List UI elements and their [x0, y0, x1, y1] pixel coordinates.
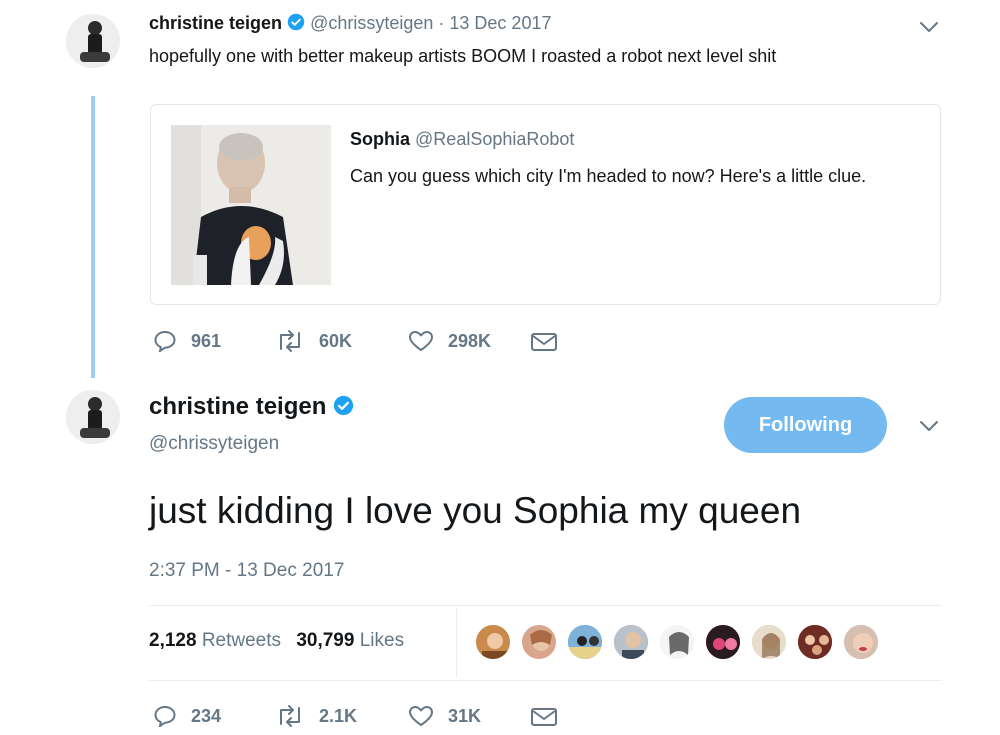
reply-icon [154, 330, 176, 352]
liker-avatar-image [752, 625, 786, 659]
reply-count: 961 [191, 330, 222, 351]
avatar-image [66, 390, 120, 444]
like-button[interactable]: 298K [408, 330, 491, 352]
like-count: 31K [448, 705, 482, 726]
tweet-text: just kidding I love you Sophia my queen [149, 490, 802, 531]
retweet-button[interactable]: 60K [275, 330, 352, 352]
retweet-icon [280, 330, 300, 352]
following-button[interactable]: Following [724, 397, 887, 453]
liker-avatar[interactable] [796, 623, 834, 661]
like-count: 298K [448, 330, 492, 351]
tweet-header: christine teigen @chrissyteigen · 13 Dec… [149, 13, 551, 34]
stats-separator [456, 608, 457, 678]
quoted-author-name[interactable]: Sophia [350, 129, 410, 149]
tweet-text: hopefully one with better makeup artists… [149, 46, 777, 66]
heart-icon [409, 331, 433, 351]
avatar-image [66, 14, 120, 68]
avatar[interactable] [66, 390, 120, 444]
tweet-timestamp[interactable]: 2:37 PM - 13 Dec 2017 [149, 560, 344, 582]
liker-avatar-image [530, 630, 552, 651]
verified-badge-icon [333, 395, 354, 416]
quoted-author-handle[interactable]: @RealSophiaRobot [415, 129, 574, 149]
heart-icon [409, 706, 433, 726]
retweets-label: Retweets [201, 630, 282, 651]
retweets-stat[interactable]: 2,128 Retweets [149, 630, 286, 651]
tweet-stats: 2,128 Retweets 30,799 Likes [149, 630, 404, 652]
retweets-count: 2,128 [149, 630, 197, 651]
liker-avatar[interactable] [842, 623, 880, 661]
direct-message-icon[interactable] [530, 706, 558, 728]
author-handle[interactable]: @chrissyteigen [149, 433, 279, 455]
divider [149, 680, 941, 681]
direct-message-icon[interactable] [530, 331, 558, 353]
robot-photo [171, 125, 331, 285]
liker-avatar-image [706, 625, 740, 659]
retweet-icon [280, 705, 300, 727]
liker-avatar[interactable] [704, 623, 742, 661]
liker-avatar[interactable] [750, 623, 788, 661]
retweet-count: 60K [319, 330, 353, 351]
likes-label: Likes [359, 630, 405, 651]
verified-badge-icon [287, 13, 305, 31]
author-handle[interactable]: @chrissyteigen [310, 13, 433, 33]
avatar[interactable] [66, 14, 120, 68]
quoted-tweet-header: Sophia @RealSophiaRobot [350, 129, 574, 150]
liker-avatar-image [798, 625, 832, 659]
retweet-count: 2.1K [319, 705, 358, 726]
like-button[interactable]: 31K [408, 705, 481, 727]
divider [149, 605, 941, 606]
author-name[interactable]: christine teigen [149, 393, 326, 420]
reply-count: 234 [191, 705, 222, 726]
retweet-button[interactable]: 2.1K [275, 705, 357, 727]
tweet-date[interactable]: · 13 Dec 2017 [438, 13, 551, 33]
chevron-down-icon[interactable] [918, 20, 940, 34]
tweet-header: christine teigen [149, 393, 354, 421]
reply-icon [154, 705, 176, 727]
liker-avatars [474, 623, 880, 661]
liker-avatar[interactable] [612, 623, 650, 661]
quoted-tweet[interactable]: Sophia @RealSophiaRobot Can you guess wh… [150, 104, 941, 305]
likes-stat[interactable]: 30,799 Likes [296, 630, 404, 651]
liker-avatar-image [482, 633, 508, 659]
likes-count: 30,799 [296, 630, 355, 651]
chevron-down-icon[interactable] [918, 419, 940, 433]
liker-avatar[interactable] [566, 623, 604, 661]
reply-button[interactable]: 961 [153, 330, 221, 352]
quoted-tweet-image[interactable] [171, 125, 331, 285]
liker-avatar[interactable] [520, 623, 558, 661]
liker-avatar-image [568, 625, 602, 659]
reply-button[interactable]: 234 [153, 705, 221, 727]
thread-line [91, 96, 95, 378]
liker-avatar-image [660, 625, 694, 659]
liker-avatar[interactable] [658, 623, 696, 661]
liker-avatar-image [614, 625, 648, 659]
author-name[interactable]: christine teigen [149, 13, 282, 33]
liker-avatar[interactable] [474, 623, 512, 661]
quoted-tweet-text: Can you guess which city I'm headed to n… [350, 166, 867, 186]
liker-avatar-image [844, 625, 878, 659]
